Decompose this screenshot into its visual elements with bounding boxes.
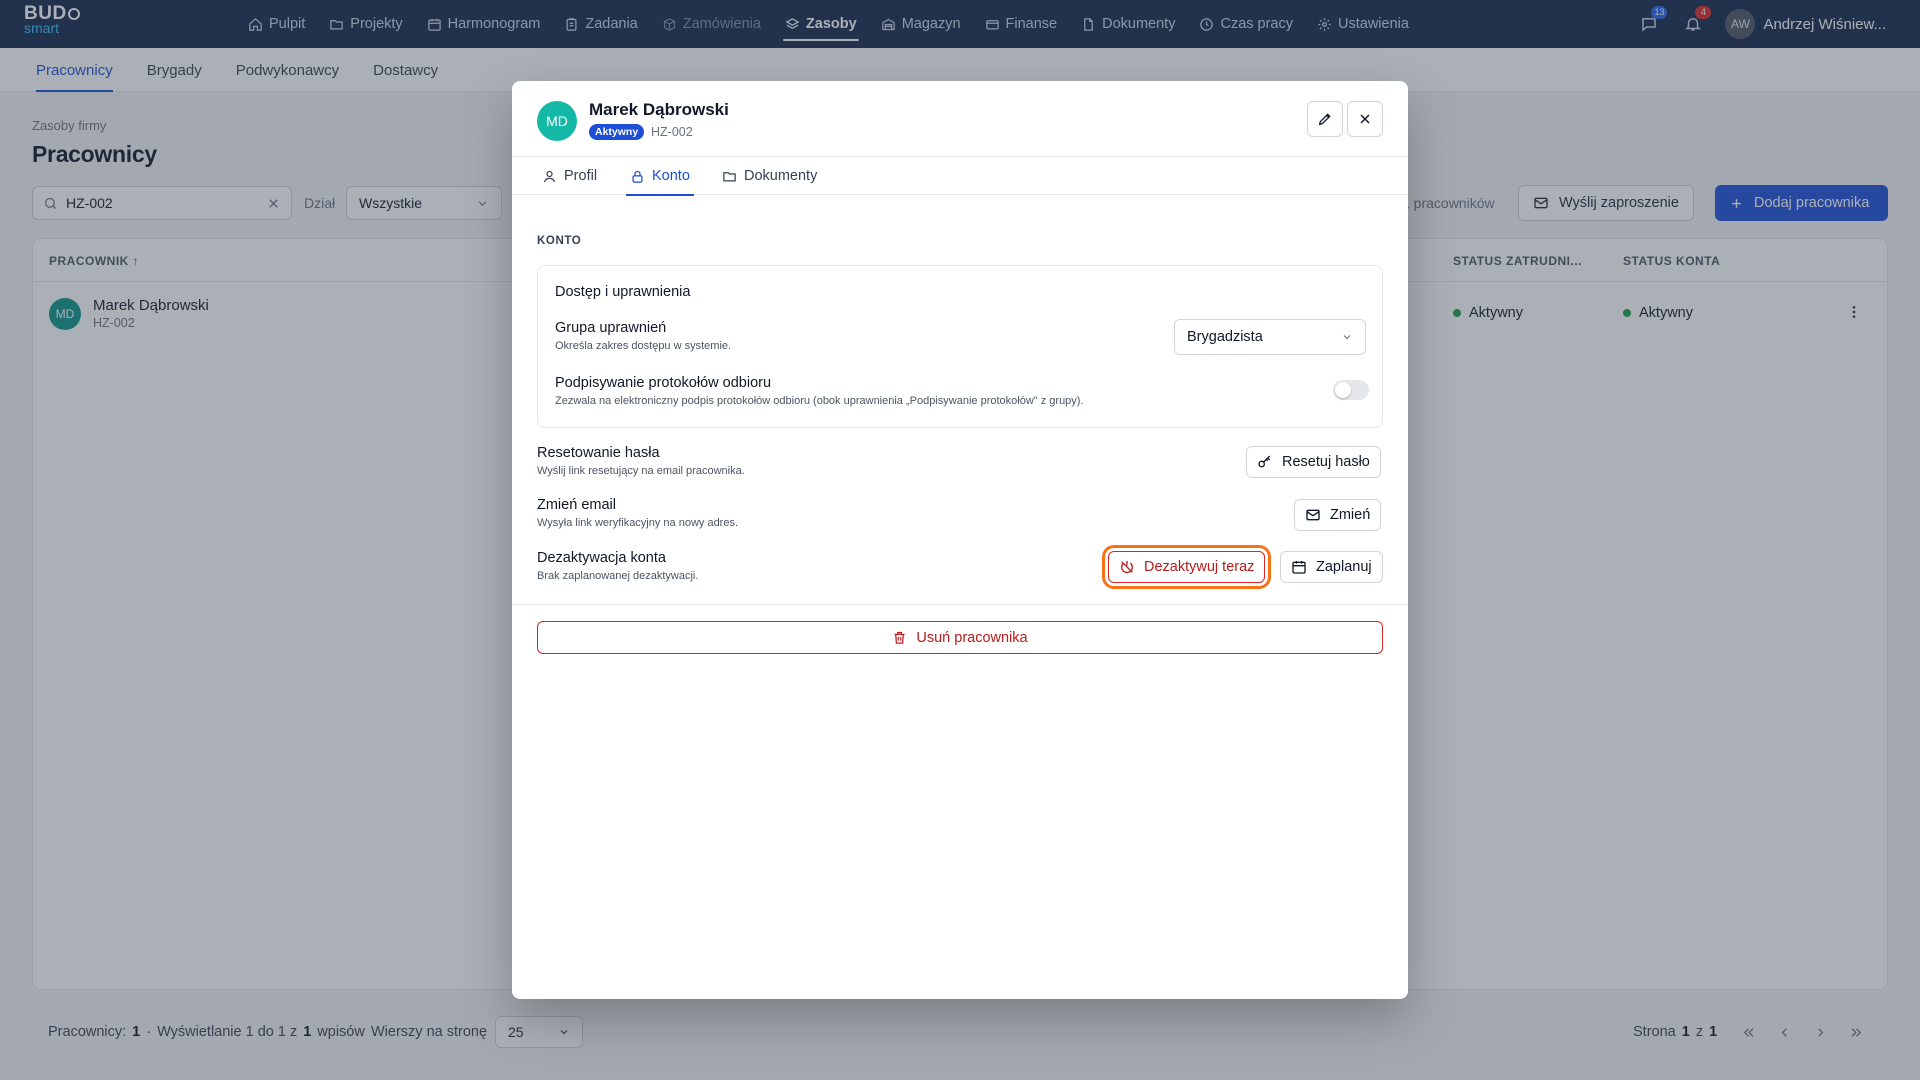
section-divider bbox=[512, 604, 1408, 605]
permission-group-select[interactable]: Brygadzista bbox=[1174, 319, 1366, 355]
change-email-label: Zmień bbox=[1330, 507, 1371, 523]
power-off-icon bbox=[1121, 561, 1133, 574]
tab-konto[interactable]: Konto bbox=[626, 157, 694, 196]
calendar-icon bbox=[1292, 561, 1306, 574]
avatar: MD bbox=[537, 101, 577, 141]
tab-label: Konto bbox=[652, 168, 690, 184]
reset-password-desc: Wyślij link resetujący na email pracowni… bbox=[537, 465, 745, 477]
change-email-button[interactable]: Zmień bbox=[1294, 499, 1382, 531]
status-badge: Aktywny bbox=[589, 124, 645, 140]
toggle-knob bbox=[1335, 382, 1351, 398]
edit-button[interactable] bbox=[1307, 101, 1343, 137]
permission-group-desc: Określa zakres dostępu w systemie. bbox=[555, 340, 732, 352]
trash-icon bbox=[894, 631, 905, 644]
reset-password-title: Resetowanie hasła bbox=[537, 445, 660, 461]
folder-icon bbox=[723, 171, 736, 181]
access-card-title: Dostęp i uprawnienia bbox=[555, 284, 691, 300]
modal-header: MD Marek Dąbrowski Aktywny HZ-002 bbox=[512, 81, 1408, 157]
schedule-deactivation-button[interactable]: Zaplanuj bbox=[1280, 551, 1383, 583]
tab-label: Dokumenty bbox=[744, 168, 818, 184]
user-icon bbox=[543, 170, 556, 182]
change-email-title: Zmień email bbox=[537, 497, 616, 513]
employee-modal: MD Marek Dąbrowski Aktywny HZ-002 Profil… bbox=[512, 81, 1408, 999]
modal-employee-id: HZ-002 bbox=[651, 125, 693, 139]
mail-icon bbox=[1306, 509, 1320, 521]
access-card: Dostęp i uprawnienia Grupa uprawnień Okr… bbox=[537, 265, 1383, 428]
lock-icon bbox=[632, 170, 643, 183]
permission-group-value: Brygadzista bbox=[1187, 329, 1263, 345]
tab-dokumenty[interactable]: Dokumenty bbox=[722, 157, 817, 195]
reset-password-label: Resetuj hasło bbox=[1282, 454, 1370, 470]
reset-password-button[interactable]: Resetuj hasło bbox=[1246, 446, 1381, 478]
delete-employee-button[interactable]: Usuń pracownika bbox=[537, 621, 1383, 654]
change-email-desc: Wysyła link weryfikacyjny na nowy adres. bbox=[537, 517, 739, 529]
delete-employee-label: Usuń pracownika bbox=[916, 629, 1028, 646]
close-icon bbox=[1360, 114, 1370, 124]
deactivation-title: Dezaktywacja konta bbox=[537, 550, 666, 566]
signing-toggle[interactable] bbox=[1333, 380, 1369, 400]
signing-desc: Zezwala na elektroniczny podpis protokoł… bbox=[555, 395, 1084, 407]
key-icon bbox=[1258, 455, 1271, 468]
pencil-icon bbox=[1318, 113, 1331, 126]
schedule-deactivation-label: Zaplanuj bbox=[1316, 559, 1372, 575]
permission-group-title: Grupa uprawnień bbox=[555, 320, 667, 336]
tab-profil[interactable]: Profil bbox=[542, 157, 597, 195]
deactivation-desc: Brak zaplanowanej dezaktywacji. bbox=[537, 570, 699, 582]
deactivate-now-button[interactable]: Dezaktywuj teraz bbox=[1108, 551, 1266, 583]
deactivate-now-label: Dezaktywuj teraz bbox=[1144, 559, 1255, 575]
modal-employee-name: Marek Dąbrowski bbox=[589, 100, 729, 119]
modal-tabs: Profil Konto Dokumenty bbox=[512, 157, 1408, 196]
section-heading: KONTO bbox=[537, 235, 582, 247]
signing-title: Podpisywanie protokołów odbioru bbox=[555, 375, 772, 391]
chevron-down-icon bbox=[1343, 335, 1351, 340]
close-button[interactable] bbox=[1347, 101, 1383, 137]
tab-label: Profil bbox=[564, 168, 598, 184]
